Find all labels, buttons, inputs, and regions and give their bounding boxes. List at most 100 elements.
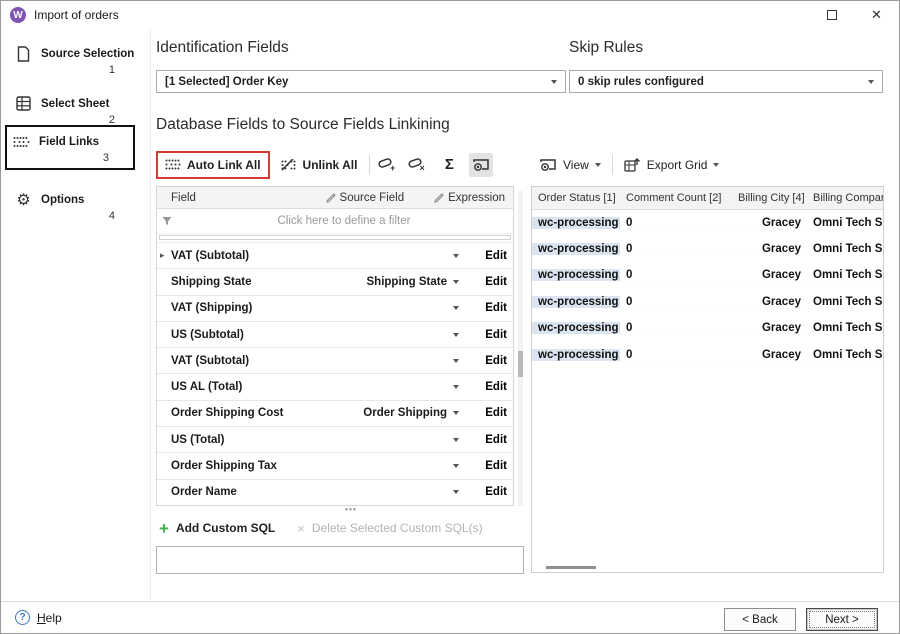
source-field-dropdown-icon[interactable] bbox=[453, 280, 459, 284]
edit-expression-link[interactable]: Edit bbox=[465, 355, 507, 367]
help-label-rest: elp bbox=[46, 611, 62, 625]
source-field-column-header[interactable]: Source Field bbox=[326, 192, 435, 204]
custom-sql-input[interactable] bbox=[156, 546, 524, 574]
data-grid-hscrollbar[interactable] bbox=[546, 566, 596, 569]
close-button[interactable]: ✕ bbox=[854, 1, 899, 29]
sidebar-item-source-selection[interactable]: Source Selection 1 bbox=[9, 39, 139, 80]
column-billing-city[interactable]: Billing City [4] bbox=[732, 192, 807, 204]
source-field-dropdown-icon[interactable] bbox=[453, 359, 459, 363]
edit-expression-link[interactable]: Edit bbox=[465, 407, 507, 419]
column-billing-company[interactable]: Billing Company bbox=[807, 192, 883, 204]
expression-sigma-button[interactable]: Σ bbox=[437, 153, 461, 177]
step-number: 3 bbox=[13, 152, 127, 164]
data-grid-rows: wc-processing 0 Gracey Omni Tech Solut w… bbox=[532, 210, 883, 368]
step-number: 1 bbox=[15, 64, 133, 76]
filter-funnel-icon bbox=[157, 216, 175, 226]
field-column-header[interactable]: Field bbox=[171, 192, 326, 204]
sidebar-item-options[interactable]: ⚙ Options 4 bbox=[9, 185, 139, 226]
data-grid-row[interactable]: wc-processing 0 Gracey Omni Tech Solut bbox=[532, 316, 883, 342]
preview-toggle-button[interactable] bbox=[469, 153, 493, 177]
billing-city-cell: Gracey bbox=[732, 217, 807, 230]
field-link-row[interactable]: ▸ US AL (Total) Edit bbox=[157, 374, 513, 400]
source-field-dropdown-icon[interactable] bbox=[453, 306, 459, 310]
back-button[interactable]: < Back bbox=[724, 608, 796, 631]
data-grid-row[interactable]: wc-processing 0 Gracey Omni Tech Solut bbox=[532, 236, 883, 262]
billing-city-cell: Gracey bbox=[732, 243, 807, 256]
expression-column-header[interactable]: Expression bbox=[434, 192, 505, 204]
field-link-row[interactable]: ▸ Shipping State Shipping State Edit bbox=[157, 269, 513, 295]
unlink-all-button[interactable]: Unlink All bbox=[274, 153, 365, 177]
field-link-row[interactable]: ▸ US (Subtotal) Edit bbox=[157, 322, 513, 348]
filter-row[interactable]: Click here to define a filter bbox=[157, 209, 513, 234]
column-order-status[interactable]: Order Status [1] bbox=[532, 192, 620, 204]
field-link-row[interactable]: ▸ VAT (Subtotal) Edit bbox=[157, 243, 513, 269]
comment-count-cell: 0 bbox=[620, 322, 732, 335]
identification-fields-dropdown[interactable]: [1 Selected] Order Key bbox=[156, 70, 566, 93]
db-field-name: US (Subtotal) bbox=[171, 329, 447, 341]
comment-count-cell: 0 bbox=[620, 269, 732, 282]
source-field-dropdown-icon[interactable] bbox=[453, 411, 459, 415]
step-label: Source Selection bbox=[41, 48, 134, 60]
field-link-row[interactable]: ▸ Order Shipping Cost Order Shipping Edi… bbox=[157, 401, 513, 427]
source-field-dropdown-icon[interactable] bbox=[453, 438, 459, 442]
sigma-icon: Σ bbox=[445, 156, 454, 173]
data-grid-row[interactable]: wc-processing 0 Gracey Omni Tech Solut bbox=[532, 210, 883, 236]
chevron-down-icon bbox=[713, 163, 719, 167]
add-custom-sql-button[interactable]: + Add Custom SQL bbox=[159, 520, 275, 537]
field-links-dotted-icon bbox=[13, 133, 30, 150]
source-field-dropdown-icon[interactable] bbox=[453, 254, 459, 258]
identification-fields-value: [1 Selected] Order Key bbox=[165, 76, 288, 88]
next-button[interactable]: Next > bbox=[806, 608, 878, 631]
chevron-down-icon bbox=[868, 80, 874, 84]
comment-count-cell: 0 bbox=[620, 243, 732, 256]
column-comment-count[interactable]: Comment Count [2] bbox=[620, 192, 732, 204]
data-grid-row[interactable]: wc-processing 0 Gracey Omni Tech Solut bbox=[532, 289, 883, 315]
table-resize-handle[interactable]: ⋯ bbox=[331, 502, 371, 516]
field-link-row[interactable]: ▸ VAT (Shipping) Edit bbox=[157, 296, 513, 322]
field-table-hscrollbar[interactable] bbox=[157, 234, 513, 243]
db-field-name: US AL (Total) bbox=[171, 381, 447, 393]
maximize-button[interactable] bbox=[809, 1, 854, 29]
edit-expression-link[interactable]: Edit bbox=[465, 486, 507, 498]
source-field-dropdown-icon[interactable] bbox=[453, 490, 459, 494]
source-field-dropdown-icon[interactable] bbox=[453, 385, 459, 389]
field-table-vscrollbar[interactable] bbox=[518, 191, 523, 506]
remove-link-button[interactable]: × bbox=[405, 153, 429, 177]
x-icon: × bbox=[297, 521, 305, 536]
chevron-down-icon bbox=[551, 80, 557, 84]
source-field-value: Order Shipping bbox=[363, 407, 447, 419]
sidebar-item-field-links[interactable]: Field Links 3 bbox=[5, 125, 135, 170]
auto-link-all-button[interactable]: Auto Link All bbox=[156, 151, 270, 179]
order-status-cell: wc-processing bbox=[532, 349, 620, 362]
help-button[interactable]: ? Help bbox=[15, 610, 62, 625]
data-grid-row[interactable]: wc-processing 0 Gracey Omni Tech Solut bbox=[532, 263, 883, 289]
edit-expression-link[interactable]: Edit bbox=[465, 250, 507, 262]
billing-city-cell: Gracey bbox=[732, 296, 807, 309]
field-link-row[interactable]: ▸ VAT (Subtotal) Edit bbox=[157, 348, 513, 374]
data-grid-row[interactable]: wc-processing 0 Gracey Omni Tech Solut bbox=[532, 342, 883, 368]
source-field-dropdown-icon[interactable] bbox=[453, 333, 459, 337]
export-grid-button[interactable]: Export Grid bbox=[618, 153, 726, 176]
billing-city-cell: Gracey bbox=[732, 269, 807, 282]
field-link-row[interactable]: ▸ US (Total) Edit bbox=[157, 427, 513, 453]
delete-custom-sql-button[interactable]: × Delete Selected Custom SQL(s) bbox=[297, 521, 482, 536]
edit-expression-link[interactable]: Edit bbox=[465, 434, 507, 446]
add-link-button[interactable]: + bbox=[375, 153, 399, 177]
order-status-cell: wc-processing bbox=[532, 243, 620, 256]
skip-rules-title: Skip Rules bbox=[569, 39, 643, 57]
edit-expression-link[interactable]: Edit bbox=[465, 460, 507, 472]
step-label: Field Links bbox=[39, 136, 99, 148]
edit-expression-link[interactable]: Edit bbox=[465, 381, 507, 393]
edit-expression-link[interactable]: Edit bbox=[465, 329, 507, 341]
edit-expression-link[interactable]: Edit bbox=[465, 302, 507, 314]
source-field-dropdown-icon[interactable] bbox=[453, 464, 459, 468]
scrollbar-thumb[interactable] bbox=[518, 351, 523, 377]
sidebar-item-select-sheet[interactable]: Select Sheet 2 bbox=[9, 89, 139, 130]
db-field-name: Shipping State bbox=[171, 276, 367, 288]
field-link-row[interactable]: ▸ Order Shipping Tax Edit bbox=[157, 453, 513, 479]
view-menu-button[interactable]: View bbox=[533, 154, 607, 176]
app-logo-icon: W bbox=[10, 7, 26, 23]
edit-expression-link[interactable]: Edit bbox=[465, 276, 507, 288]
skip-rules-dropdown[interactable]: 0 skip rules configured bbox=[569, 70, 883, 93]
step-label: Select Sheet bbox=[41, 98, 109, 110]
